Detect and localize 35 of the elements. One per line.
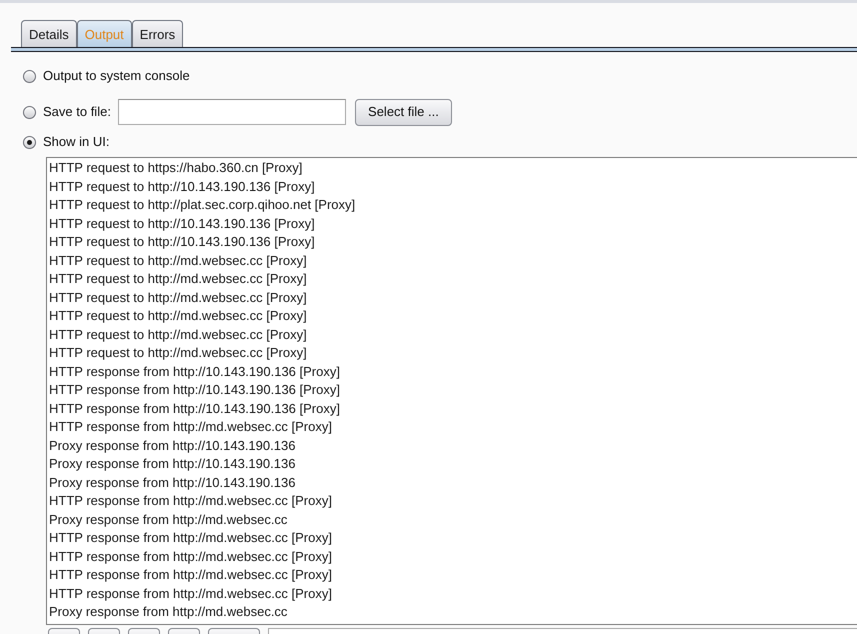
log-line: HTTP request to http://md.websec.cc [Proxy] [49, 288, 307, 307]
log-line: Proxy response from http://md.websec.cc [49, 603, 288, 621]
option-label: Save to file: [43, 103, 111, 122]
log-line: HTTP request to http://md.websec.cc [Proxy] [49, 270, 307, 288]
log-line: HTTP request to http://10.143.190.136 [Proxy] [49, 233, 315, 251]
log-line: Proxy response from http://10.143.190.136 [49, 474, 296, 492]
log-line: HTTP response from http://md.websec.cc [Proxy] [49, 492, 332, 510]
log-line: HTTP response from http://md.websec.cc [Proxy] [49, 548, 332, 566]
log-line: HTTP response from http://md.websec.cc [Proxy] [49, 584, 332, 603]
log-line: HTTP request to http://plat.sec.corp.qihoo.net [Proxy] [49, 196, 356, 214]
radio-button[interactable] [23, 70, 36, 82]
log-line: HTTP response from http://md.websec.cc [Proxy] [49, 566, 332, 584]
log-line: HTTP response from http://10.143.190.136 [Proxy] [49, 400, 340, 418]
log-line: HTTP response from http://md.websec.cc [Proxy] [49, 418, 332, 436]
radio-button[interactable] [23, 136, 36, 148]
tab[interactable]: Details [21, 20, 77, 47]
option-label: Output to system console [43, 67, 190, 86]
log-line: HTTP request to http://md.websec.cc [Proxy] [49, 307, 307, 325]
log-line: HTTP response from http://10.143.190.136 [Proxy] [49, 381, 340, 399]
select-file-button[interactable]: Select file ... [354, 98, 452, 126]
tab[interactable]: Errors [132, 20, 184, 47]
log-line: HTTP request to https://habo.360.cn [Proxy] [49, 159, 302, 177]
log-line: HTTP request to http://md.websec.cc [Proxy] [49, 344, 307, 362]
log-line: Proxy response from http://md.websec.cc [49, 510, 288, 529]
log-line: HTTP request to http://md.websec.cc [Proxy] [49, 326, 307, 344]
radio-button[interactable] [23, 106, 36, 118]
log-line: HTTP request to http://10.143.190.136 [Proxy] [49, 178, 315, 196]
log-line: Proxy response from http://10.143.190.136 [49, 455, 296, 473]
log-line: Proxy response from http://10.143.190.136 [49, 436, 296, 455]
log-line: HTTP response from http://md.websec.cc [Proxy] [49, 529, 332, 547]
log-line: HTTP request to http://10.143.190.136 [Proxy] [49, 214, 315, 233]
file-path-field[interactable] [118, 99, 346, 125]
option-label: Show in UI: [43, 133, 110, 152]
log-line: HTTP response from http://10.143.190.136 [Proxy] [49, 362, 340, 381]
log-line: HTTP request to http://md.websec.cc [Proxy] [49, 252, 307, 270]
